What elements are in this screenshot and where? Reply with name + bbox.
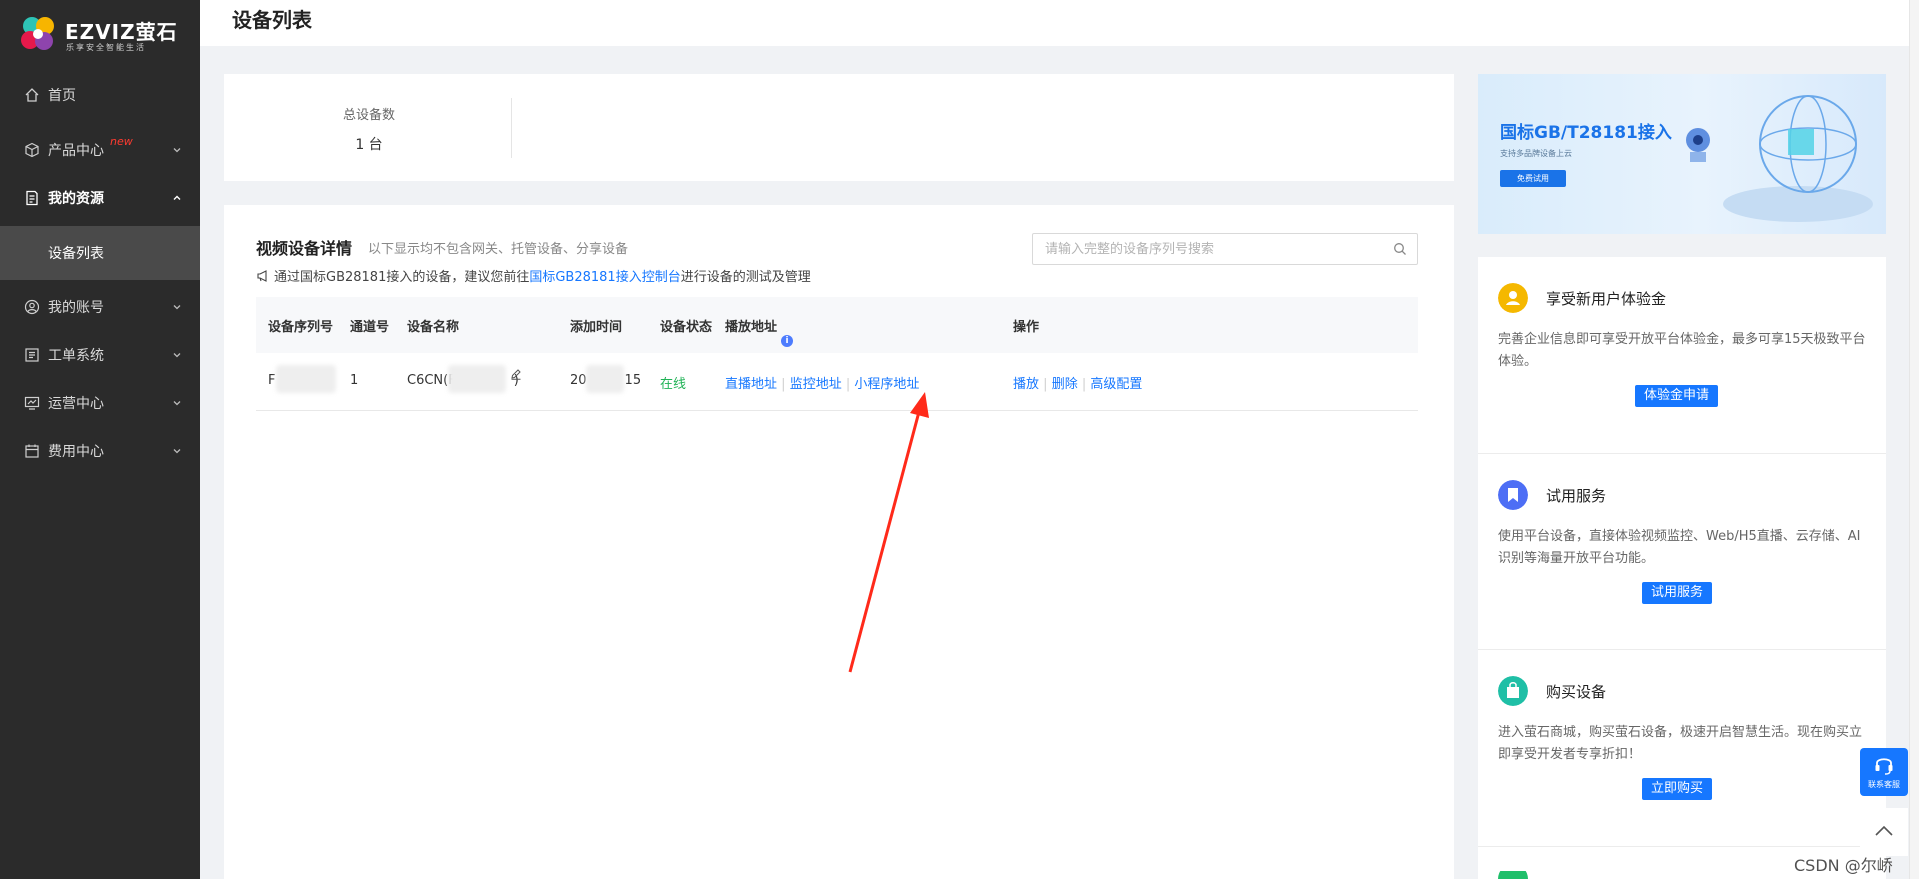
side-card-title: 试用服务 [1546, 487, 1607, 505]
chevron-up-icon [1875, 825, 1893, 836]
contact-support-label: 联系客服 [1868, 780, 1900, 789]
trial-credit-card: 享受新用户体验金 完善企业信息即可享受开放平台体验金，最多可享15天极致平台体验… [1478, 257, 1886, 453]
csdn-watermark: CSDN @尔峤 [1794, 856, 1893, 875]
free-trial-button[interactable]: 免费试用 [1500, 170, 1566, 187]
user-gift-icon [1498, 283, 1528, 313]
globe-camera-illustration [1686, 95, 1873, 222]
side-card-desc: 完善企业信息即可享受开放平台体验金，最多可享15天极致平台体验。 [1498, 332, 1866, 369]
contact-support-button[interactable]: 联系客服 [1860, 748, 1908, 796]
side-card-title: 购买设备 [1546, 683, 1607, 701]
banner-subtitle: 支持多品牌设备上云 [1500, 149, 1572, 158]
side-card-title: 享受新用户体验金 [1546, 290, 1667, 308]
banner-title: 国标GB/T28181接入 [1500, 123, 1672, 143]
page-scrollbar[interactable] [1909, 0, 1919, 879]
apply-trial-credit-button[interactable]: 体验金申请 [1635, 385, 1719, 407]
side-card-desc: 进入萤石商城，购买萤石设备，极速开启智慧生活。现在购买立即享受开发者专享折扣！ [1498, 725, 1863, 762]
partial-card-icon [1498, 871, 1528, 879]
gb28181-banner[interactable]: 国标GB/T28181接入 支持多品牌设备上云 免费试用 [1478, 74, 1886, 234]
side-card-desc: 使用平台设备，直接体验视频监控、Web/H5直播、云存储、AI识别等海量开放平台… [1498, 529, 1861, 566]
back-to-top-button[interactable] [1860, 808, 1908, 856]
trial-service-button[interactable]: 试用服务 [1642, 582, 1713, 604]
bookmark-icon [1498, 480, 1528, 510]
trial-service-card: 试用服务 使用平台设备，直接体验视频监控、Web/H5直播、云存储、AI识别等海… [1478, 454, 1886, 649]
buy-device-card: 购买设备 进入萤石商城，购买萤石设备，极速开启智慧生活。现在购买立即享受开发者专… [1478, 650, 1886, 846]
buy-now-button[interactable]: 立即购买 [1642, 778, 1713, 800]
headset-icon [1875, 758, 1893, 775]
shopping-bag-icon [1498, 676, 1528, 706]
